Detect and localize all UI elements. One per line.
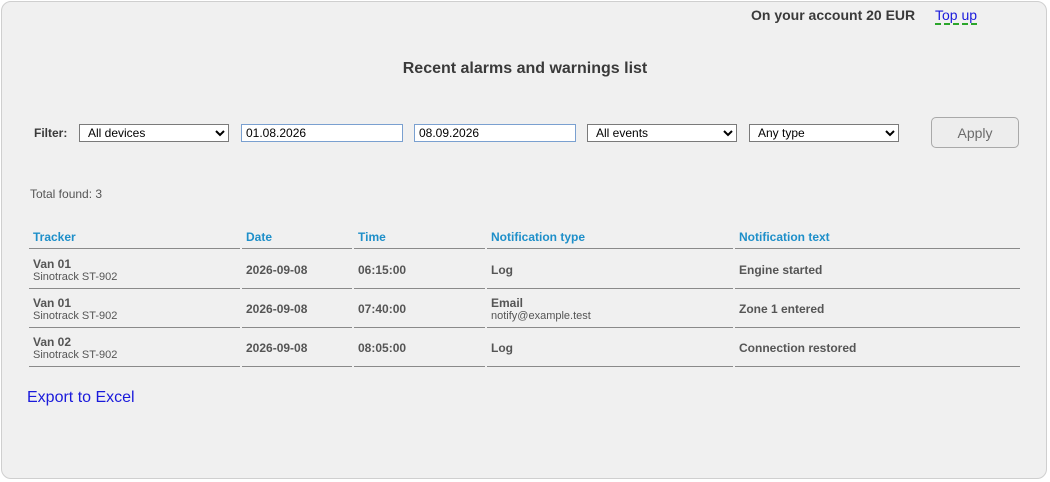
account-balance: On your account 20 EUR <box>751 7 916 23</box>
col-header-date[interactable]: Date <box>242 230 352 249</box>
cell-date: 2026-09-08 <box>242 290 352 328</box>
tracker-model: Sinotrack ST-902 <box>33 310 118 322</box>
date-value: 2026-09-08 <box>246 341 308 355</box>
col-header-tracker[interactable]: Tracker <box>29 230 240 249</box>
cell-tracker: Van 01 Sinotrack ST-902 <box>29 290 240 328</box>
cell-notification-text: Zone 1 entered <box>735 290 1020 328</box>
alarms-panel: On your account 20 EUR Top up Recent ala… <box>1 1 1047 479</box>
time-value: 07:40:00 <box>358 302 407 316</box>
export-to-excel-link[interactable]: Export to Excel <box>27 389 135 407</box>
cell-notification-type: Log <box>487 251 733 289</box>
tracker-name: Van 01 <box>33 257 72 271</box>
tracker-model: Sinotrack ST-902 <box>33 349 118 361</box>
events-select[interactable]: All events <box>587 124 737 142</box>
date-value: 2026-09-08 <box>246 302 308 316</box>
cell-notification-text: Connection restored <box>735 329 1020 367</box>
filter-label: Filter: <box>34 126 68 140</box>
time-value: 08:05:00 <box>358 341 407 355</box>
cell-notification-text: Engine started <box>735 251 1020 289</box>
apply-button[interactable]: Apply <box>931 117 1019 148</box>
cell-date: 2026-09-08 <box>242 251 352 289</box>
top-up-link[interactable]: Top up <box>935 7 978 25</box>
device-select[interactable]: All devices <box>79 124 229 142</box>
notification-type-value: Log <box>491 263 513 277</box>
cell-date: 2026-09-08 <box>242 329 352 367</box>
notification-text-value: Zone 1 entered <box>739 302 825 316</box>
notification-type-detail: notify@example.test <box>491 310 591 322</box>
date-to-input[interactable] <box>414 124 576 142</box>
col-header-notification-type[interactable]: Notification type <box>487 230 733 249</box>
cell-time: 07:40:00 <box>354 290 485 328</box>
notification-type-value: Email <box>491 296 524 310</box>
cell-notification-type: Log <box>487 329 733 367</box>
col-header-time[interactable]: Time <box>354 230 485 249</box>
date-value: 2026-09-08 <box>246 263 308 277</box>
cell-notification-type: Email notify@example.test <box>487 290 733 328</box>
page-title: Recent alarms and warnings list <box>402 60 648 77</box>
tracker-name: Van 01 <box>33 296 72 310</box>
date-from-input[interactable] <box>241 124 403 142</box>
notification-type-value: Log <box>491 341 513 355</box>
tracker-model: Sinotrack ST-902 <box>33 271 118 283</box>
cell-time: 08:05:00 <box>354 329 485 367</box>
col-header-notification-text[interactable]: Notification text <box>735 230 1020 249</box>
cell-time: 06:15:00 <box>354 251 485 289</box>
notification-text-value: Connection restored <box>739 341 857 355</box>
type-select[interactable]: Any type <box>749 124 899 142</box>
cell-tracker: Van 02 Sinotrack ST-902 <box>29 329 240 367</box>
cell-tracker: Van 01 Sinotrack ST-902 <box>29 251 240 289</box>
notification-text-value: Engine started <box>739 263 823 277</box>
time-value: 06:15:00 <box>358 263 407 277</box>
total-found: Total found: 3 <box>30 187 103 201</box>
tracker-name: Van 02 <box>33 335 72 349</box>
